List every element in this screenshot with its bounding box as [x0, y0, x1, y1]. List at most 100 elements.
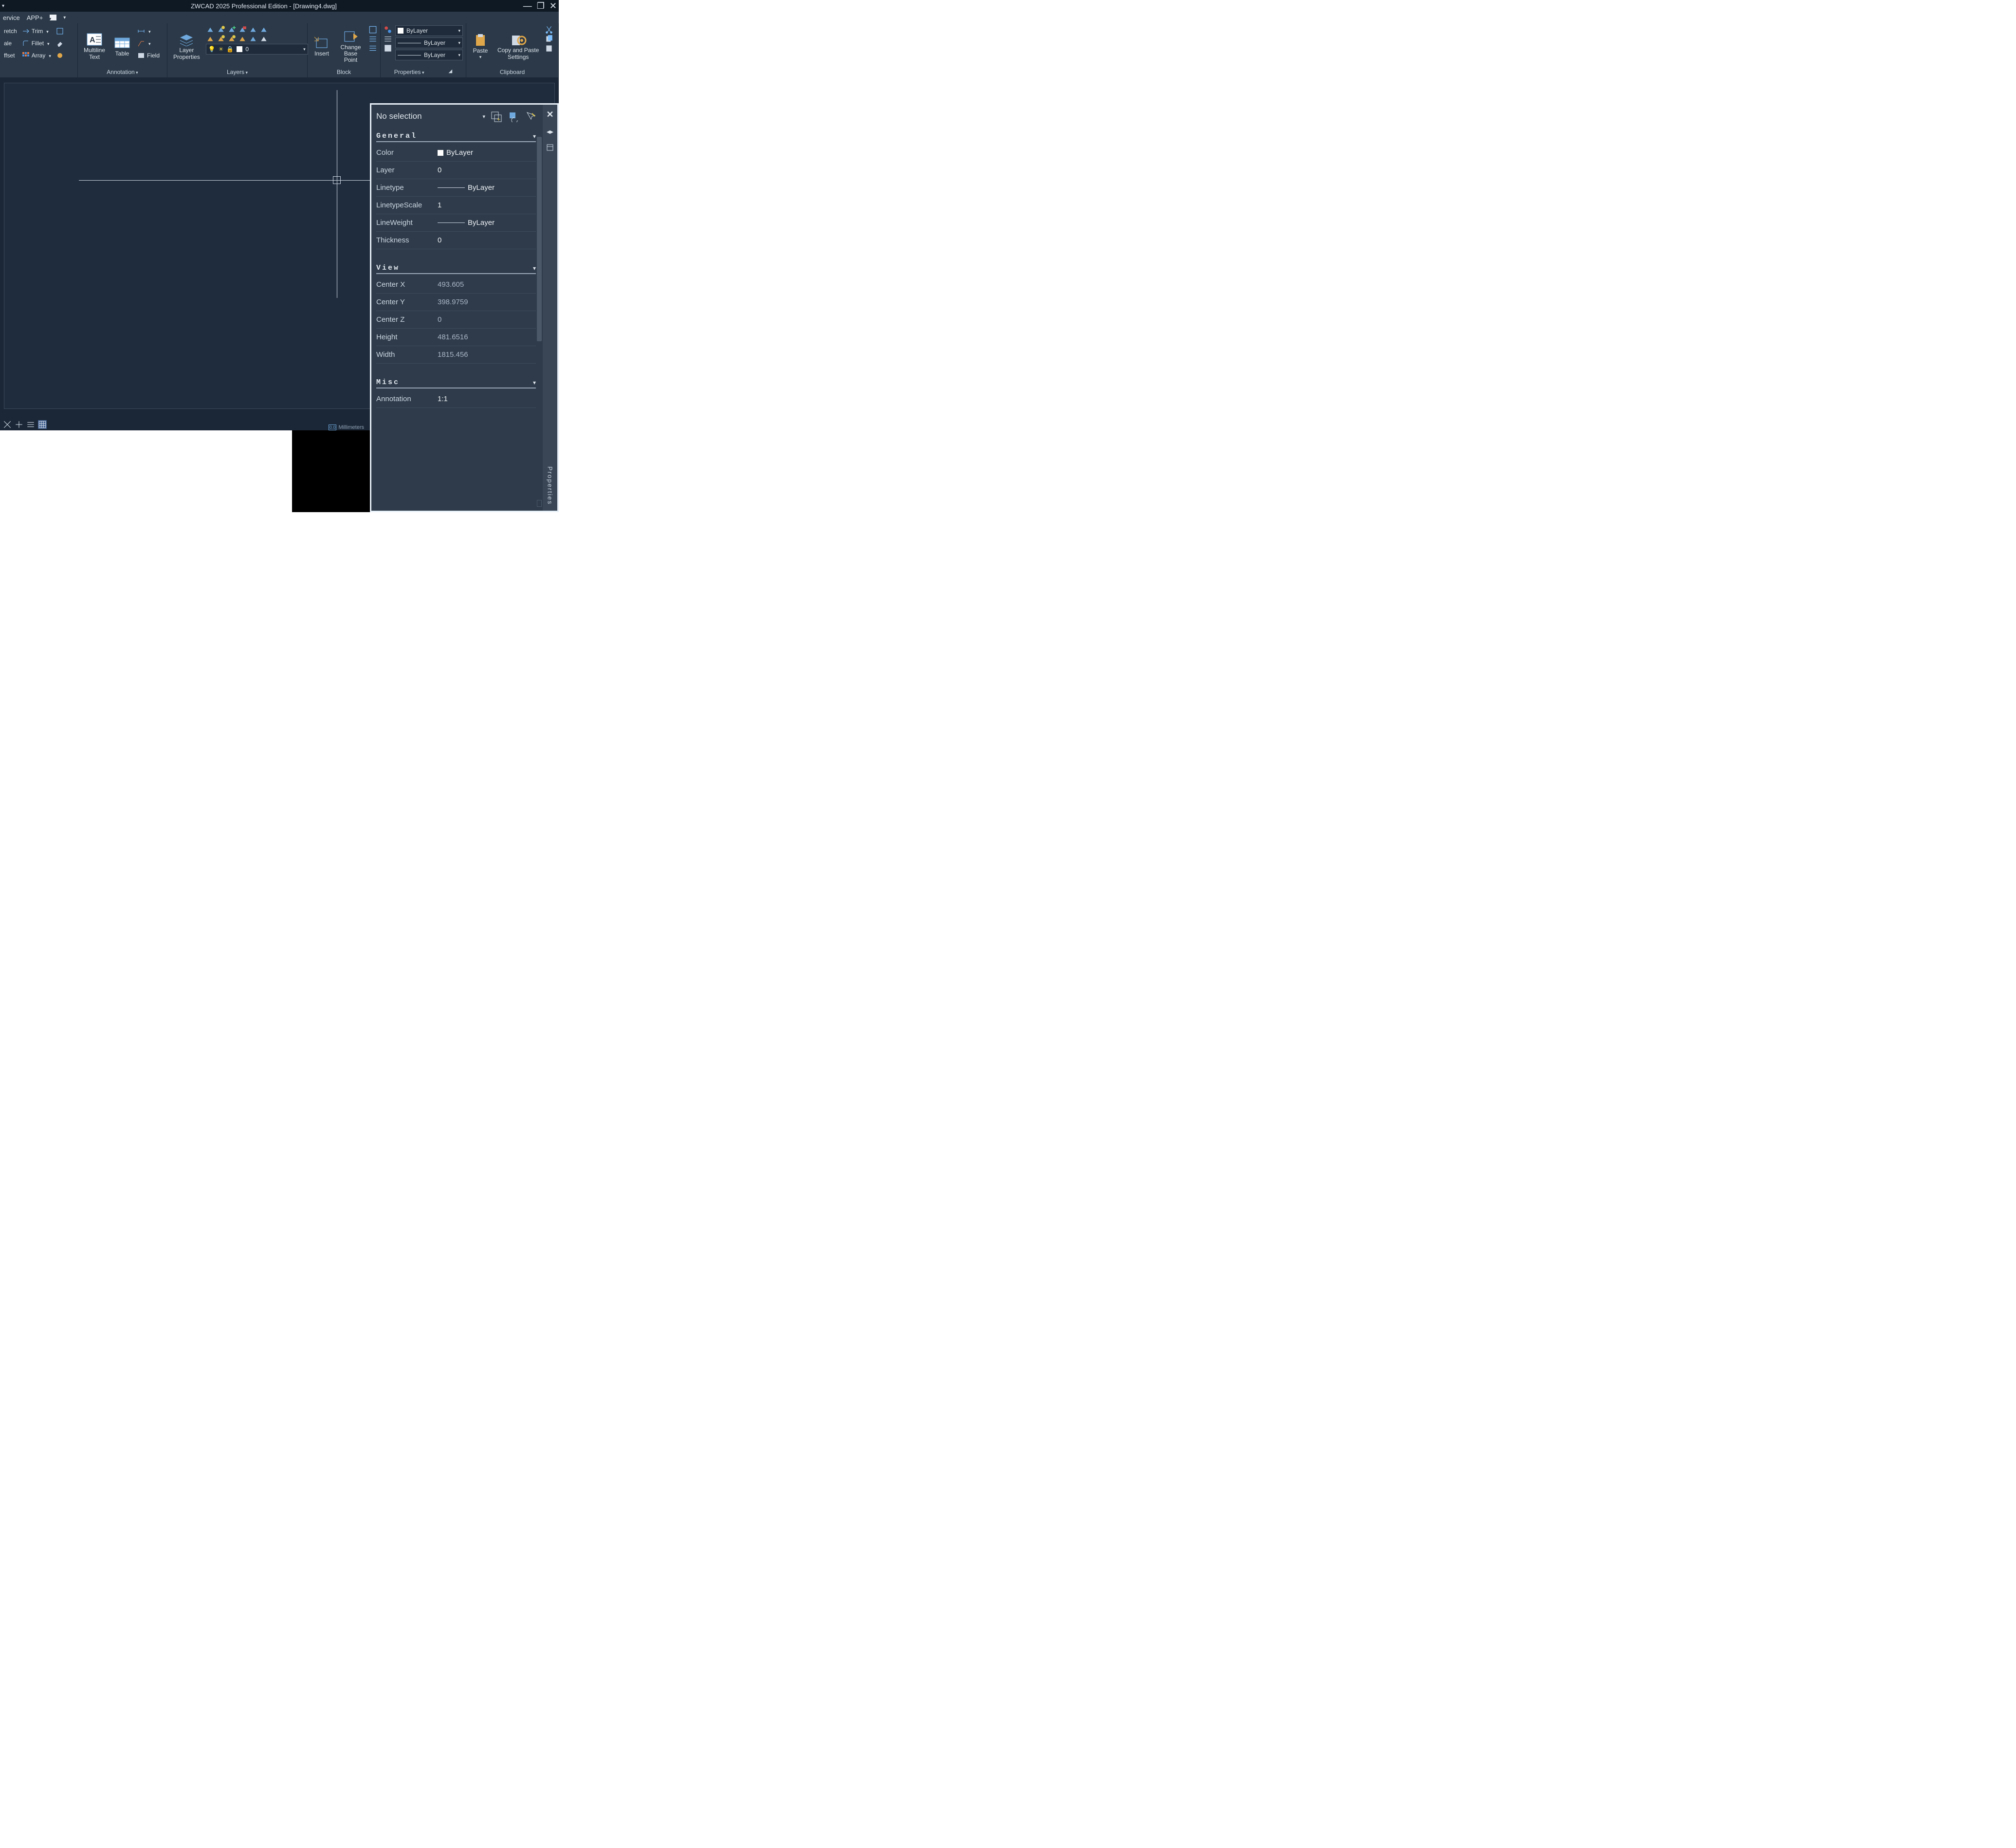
explode-button[interactable] [55, 50, 65, 61]
panel-label-layers[interactable]: Layers [227, 69, 248, 75]
row-center-y[interactable]: Center Y398.9759 [376, 294, 536, 311]
trim-button[interactable]: Trim [21, 25, 52, 37]
row-lineweight[interactable]: LineWeightByLayer [376, 214, 536, 232]
layer-make-current-icon[interactable] [249, 25, 257, 34]
minimize-button[interactable]: — [523, 2, 532, 9]
layer-lock-icon[interactable] [238, 25, 247, 34]
insert-button[interactable]: Insert [311, 25, 333, 68]
section-header-general[interactable]: General▾ [376, 132, 536, 142]
menu-service[interactable]: ervice [3, 14, 20, 21]
palette-options-button[interactable] [546, 144, 554, 153]
ribbon: retch ale ffset Trim Fillet Array [0, 23, 559, 78]
pasteclip-icon[interactable] [545, 44, 553, 53]
block-edit-icon[interactable] [368, 25, 377, 34]
prop-color-combo[interactable]: ByLayer▾ [395, 25, 463, 36]
grid-toggle-icon[interactable] [38, 420, 47, 429]
layer-thaw-icon[interactable] [217, 35, 225, 43]
layer-unisolate-icon[interactable] [227, 35, 236, 43]
lock-icon: 🔒 [226, 46, 234, 53]
layout-add-icon[interactable] [15, 420, 23, 429]
ribbon-panel-annotation: A Multiline Text Table Field Annotation [78, 23, 167, 77]
row-center-x[interactable]: Center X493.605 [376, 276, 536, 294]
palette-close-button[interactable]: ✕ [546, 110, 553, 120]
explode-icon [56, 52, 64, 59]
layer-isolate-icon[interactable]: ✚ [227, 25, 236, 34]
layer-walk-icon[interactable] [259, 35, 268, 43]
prop-lineweight-combo[interactable]: ByLayer▾ [395, 37, 463, 48]
multiline-text-icon: A [86, 33, 103, 46]
break-icon [56, 27, 64, 35]
svg-text:A: A [90, 36, 95, 44]
palette-scrollbar-thumb[interactable] [537, 137, 542, 341]
quick-select-icon[interactable]: + [489, 110, 503, 123]
model-tab-icon[interactable] [3, 420, 12, 429]
qat-indicator-icon[interactable] [50, 15, 56, 20]
palette-collapse-button[interactable]: ◂▸ [547, 128, 553, 136]
layer-match-icon[interactable] [259, 25, 268, 34]
erase-button[interactable] [55, 37, 65, 49]
row-thickness[interactable]: Thickness0 [376, 232, 536, 249]
break-button[interactable] [55, 25, 65, 37]
layout-list-icon[interactable] [26, 420, 35, 429]
row-linetype[interactable]: LinetypeByLayer [376, 179, 536, 197]
multiline-text-button[interactable]: A Multiline Text [81, 25, 108, 68]
window-title: ZWCAD 2025 Professional Edition - [Drawi… [191, 2, 337, 10]
properties-palette: No selection▾ + General▾ ColorByLayer La… [370, 103, 559, 512]
maximize-button[interactable]: ❐ [537, 2, 545, 9]
list-icon[interactable] [384, 44, 392, 53]
paste-icon [472, 33, 489, 47]
change-basepoint-button[interactable]: Change Base Point [336, 25, 366, 68]
row-width[interactable]: Width1815.456 [376, 346, 536, 364]
palette-scrollbar-down[interactable] [537, 500, 542, 507]
section-header-view[interactable]: View▾ [376, 264, 536, 274]
select-objects-icon[interactable] [507, 110, 520, 123]
row-layer[interactable]: Layer0 [376, 162, 536, 179]
row-annotation-scale[interactable]: Annotation1:1 [376, 390, 536, 408]
panel-label-properties[interactable]: Properties [394, 69, 424, 75]
row-height[interactable]: Height481.6516 [376, 329, 536, 346]
row-color[interactable]: ColorByLayer [376, 144, 536, 162]
pickbox-cursor [333, 176, 341, 184]
section-header-misc[interactable]: Misc▾ [376, 378, 536, 388]
panel-launcher-icon[interactable]: ◢ [449, 69, 453, 75]
stretch-button[interactable]: retch [3, 25, 18, 37]
block-attr-icon[interactable] [368, 35, 377, 43]
copy-settings-button[interactable]: Copy and Paste Settings [495, 25, 542, 68]
layer-freeze-icon[interactable] [217, 25, 225, 34]
layer-previous-icon[interactable] [249, 35, 257, 43]
array-button[interactable]: Array [21, 50, 52, 61]
qat-caret-icon[interactable]: ▾ [63, 15, 66, 20]
layer-properties-button[interactable]: Layer Properties [170, 25, 203, 68]
layer-unlock-icon[interactable] [238, 35, 247, 43]
match-prop-icon[interactable] [384, 25, 392, 34]
layer-current-combo[interactable]: 💡 ☀ 🔒 0 ▾ [206, 44, 308, 55]
layer-on-icon[interactable] [206, 35, 215, 43]
obj-color-icon[interactable] [384, 35, 392, 43]
pickadd-toggle-icon[interactable] [524, 110, 538, 123]
units-indicator[interactable]: 0.0 Millimeters [329, 425, 364, 430]
offset-button[interactable]: ffset [3, 50, 18, 61]
linetype-preview-icon [438, 187, 465, 188]
paste-button[interactable]: Paste▾ [469, 25, 492, 68]
field-button[interactable]: Field [136, 50, 161, 61]
qat-dropdown-icon[interactable]: ▾ [2, 3, 4, 9]
selection-combo[interactable]: No selection▾ [376, 111, 485, 121]
dim-linear-button[interactable] [136, 25, 161, 37]
close-button[interactable]: ✕ [550, 2, 557, 9]
prop-linetype-combo[interactable]: ByLayer▾ [395, 50, 463, 60]
row-linetype-scale[interactable]: LinetypeScale1 [376, 197, 536, 214]
svg-text:✚: ✚ [232, 25, 236, 30]
fillet-button[interactable]: Fillet [21, 37, 52, 49]
dim-linear-icon [137, 27, 145, 35]
row-center-z[interactable]: Center Z0 [376, 311, 536, 329]
table-button[interactable]: Table [111, 25, 133, 68]
cut-icon[interactable] [545, 25, 553, 34]
section-misc: Misc▾ Annotation1:1 [376, 378, 536, 408]
leader-button[interactable] [136, 37, 161, 49]
menu-app-plus[interactable]: APP+ [27, 14, 43, 21]
copy-icon[interactable] [545, 35, 553, 43]
layer-off-icon[interactable] [206, 25, 215, 34]
block-define-icon[interactable] [368, 44, 377, 53]
panel-label-annotation[interactable]: Annotation [107, 69, 138, 75]
scale-button[interactable]: ale [3, 37, 18, 49]
